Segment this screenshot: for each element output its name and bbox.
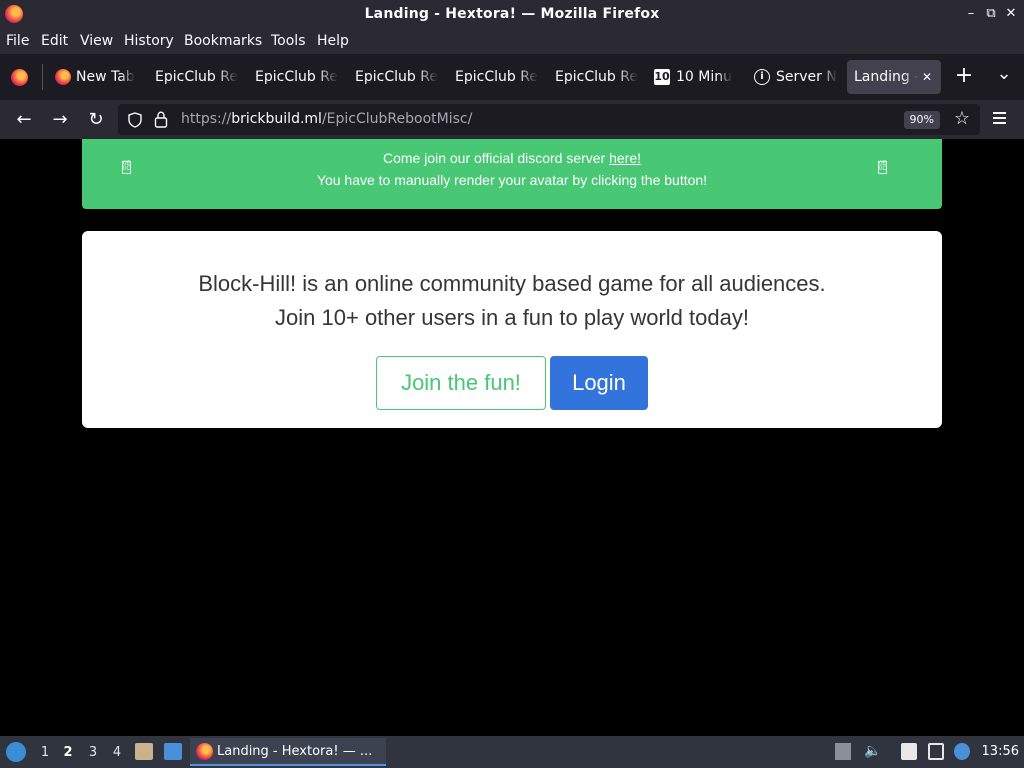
tab-epicclub-2[interactable]: EpicClub Re [249,60,341,94]
taskbar-firefox-window[interactable]: Landing - Hextora! — ... [190,738,386,766]
close-window-icon[interactable]: ✕ [1002,5,1020,23]
tab-epicclub-1[interactable]: EpicClub Re [149,60,241,94]
info-icon: i [754,69,770,85]
close-tab-icon[interactable]: ✕ [922,60,932,94]
menu-file[interactable]: File [6,33,29,49]
tray-update-icon[interactable] [835,743,851,760]
network-icon[interactable] [928,743,944,760]
hero-subtagline: Join 10+ other users in a fun to play wo… [275,305,749,330]
clipboard-icon[interactable] [901,743,917,760]
window-titlebar: Landing - Hextora! — Mozilla Firefox – ⧉… [0,0,1024,29]
firefox-icon [196,743,213,760]
menu-help[interactable]: Help [317,33,349,49]
discord-link[interactable]: here! [609,150,641,166]
menu-history[interactable]: History [124,33,174,49]
zoom-level-badge[interactable]: 90% [903,111,940,129]
hero-tagline: Block-Hill! is an online community based… [198,271,826,296]
notification-icon[interactable] [954,743,970,760]
avatar-render-message: You have to manually render your avatar … [316,172,708,188]
forward-icon[interactable]: → [48,108,72,132]
start-menu-icon[interactable] [6,742,26,762]
workspace-3[interactable]: 3 [85,745,101,760]
discord-notification: 0E 0C Come join our official discord ser… [82,139,942,209]
clock: 13:56 [981,744,1019,759]
system-taskbar: 1 2 3 4 Landing - Hextora! — ... 🔈 13:56 [0,736,1024,768]
file-manager-icon[interactable] [135,743,153,760]
minimize-icon[interactable]: – [962,5,980,23]
list-all-tabs-icon[interactable]: ⌄ [993,65,1015,89]
restore-icon[interactable]: ⧉ [982,5,1000,23]
firefox-view-icon[interactable] [11,69,28,86]
back-icon[interactable]: ← [12,108,36,132]
tab-landing-active[interactable]: Landing - ✕ [847,60,941,94]
discord-message: Come join our official discord server he… [382,150,642,166]
hero-card: Block-Hill! is an online community based… [82,231,942,428]
tab-divider [42,64,43,90]
page-content: 0E 0C Come join our official discord ser… [0,139,1024,736]
join-button[interactable]: Join the fun! [376,356,546,410]
login-button[interactable]: Login [550,356,648,410]
menubar: File Edit View History Bookmarks Tools H… [0,29,1024,54]
window-title: Landing - Hextora! — Mozilla Firefox [364,6,660,22]
workspace-2[interactable]: 2 [60,745,76,760]
tab-epicclub-5[interactable]: EpicClub Re [549,60,641,94]
shield-icon[interactable] [127,112,143,128]
menu-tools[interactable]: Tools [271,33,306,49]
tab-strip: New Tab EpicClub Re EpicClub Re EpicClub… [0,54,1024,100]
tab-epicclub-3[interactable]: EpicClub Re [349,60,441,94]
menu-view[interactable]: View [80,33,113,49]
navigation-bar: ← → ↻ https://brickbuild.ml/EpicClubRebo… [0,100,1024,139]
volume-icon[interactable]: 🔈 [864,743,881,760]
workspace-4[interactable]: 4 [109,745,125,760]
menu-bookmarks[interactable]: Bookmarks [184,33,262,49]
reload-icon[interactable]: ↻ [84,108,108,132]
tab-epicclub-4[interactable]: EpicClub Re [449,60,541,94]
new-tab-button[interactable]: + [954,65,974,89]
10-icon: 10 [654,69,670,85]
firefox-icon [55,69,71,85]
url-bar[interactable]: https://brickbuild.ml/EpicClubRebootMisc… [118,104,980,135]
lock-icon[interactable] [154,111,168,128]
hamburger-menu-icon[interactable] [991,109,1008,129]
tab-10-minute[interactable]: 10 10 Minu [649,60,741,94]
missing-glyph-icon: 0E 0C [878,161,887,174]
bookmark-star-icon[interactable]: ☆ [954,109,970,129]
workspace-1[interactable]: 1 [37,745,53,760]
menu-edit[interactable]: Edit [41,33,68,49]
url-text[interactable]: https://brickbuild.ml/EpicClubRebootMisc… [181,111,472,127]
tab-new-tab[interactable]: New Tab [50,60,140,94]
desktop-icon[interactable] [164,743,182,760]
tab-server[interactable]: i Server N [749,60,841,94]
